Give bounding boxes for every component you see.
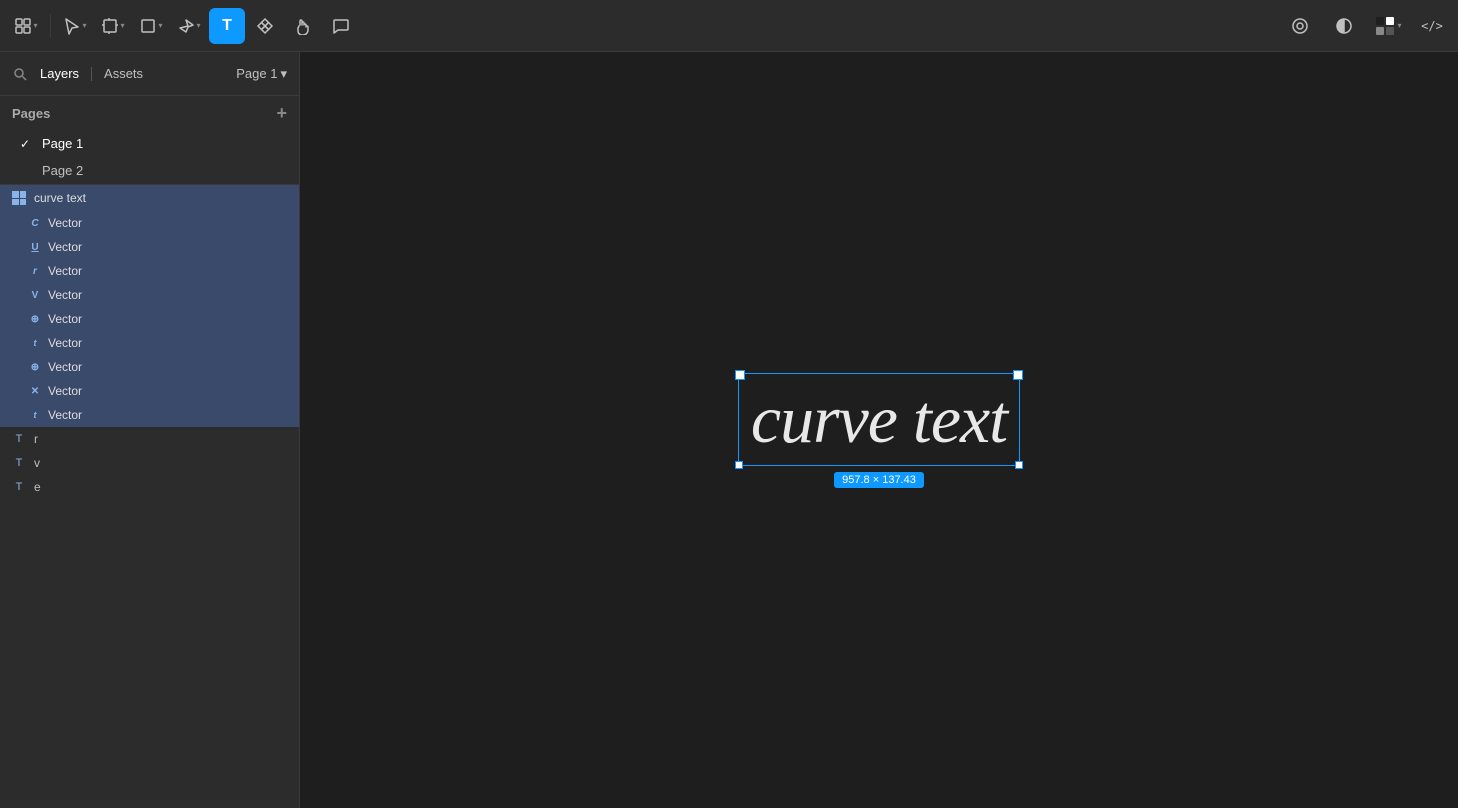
page-1-label: Page 1 — [42, 136, 83, 151]
vector-e1-item[interactable]: ⊕ Vector — [0, 307, 299, 331]
curve-text-display: curve text — [751, 380, 1007, 459]
group-icon — [12, 191, 26, 205]
comment-tool-button[interactable] — [323, 8, 359, 44]
vector-c-item[interactable]: C Vector — [0, 211, 299, 235]
vector-r-label: Vector — [48, 264, 82, 278]
text-v-icon: T — [12, 457, 26, 469]
code-icon: </> — [1421, 19, 1443, 33]
apps-button[interactable]: ▾ — [8, 8, 44, 44]
vector-t2-label: Vector — [48, 408, 82, 422]
layers-list: curve text C Vector U Vector r Vector V — [0, 185, 299, 808]
contrast-button[interactable] — [1326, 8, 1362, 44]
curve-text-group-header[interactable]: curve text — [0, 185, 299, 211]
curve-text-container: curve text 957.8 × 137.43 — [738, 373, 1020, 488]
add-page-button[interactable]: + — [276, 104, 287, 122]
select-tool-button[interactable]: ▾ — [57, 8, 93, 44]
color-picker-button[interactable]: ▾ — [1370, 8, 1406, 44]
vector-u-item[interactable]: U Vector — [0, 235, 299, 259]
page-selector[interactable]: Page 1 ▾ — [236, 66, 287, 82]
pen-chevron: ▾ — [196, 21, 200, 30]
shape-chevron: ▾ — [158, 21, 162, 30]
handle-bottom-left[interactable] — [735, 461, 743, 469]
frame-chevron: ▾ — [120, 21, 124, 30]
page-1-item[interactable]: ✓ Page 1 — [0, 130, 299, 157]
toolbar-divider-1 — [50, 14, 51, 38]
vector-u-icon: U — [28, 242, 42, 253]
text-r-item[interactable]: T r — [0, 427, 299, 451]
toolbar-right: ▾ </> — [1282, 8, 1450, 44]
vector-v-icon: V — [28, 290, 42, 301]
text-e-label: e — [34, 480, 41, 494]
toolbar: ▾ ▾ ▾ ▾ ▾ T — [0, 0, 1458, 52]
frame-tool-button[interactable]: ▾ — [95, 8, 131, 44]
page-2-check: ✓ — [20, 164, 34, 178]
text-v-item[interactable]: T v — [0, 451, 299, 475]
color-chevron: ▾ — [1397, 21, 1401, 30]
apps-chevron: ▾ — [33, 21, 37, 30]
main-layout: Layers Assets Page 1 ▾ Pages + ✓ Page 1 … — [0, 52, 1458, 808]
tab-divider — [91, 67, 92, 81]
toolbar-left: ▾ ▾ ▾ ▾ ▾ T — [8, 8, 359, 44]
component-tool-button[interactable] — [247, 8, 283, 44]
pages-section: Pages + ✓ Page 1 ✓ Page 2 — [0, 96, 299, 185]
vector-r-item[interactable]: r Vector — [0, 259, 299, 283]
vector-c-icon: C — [28, 218, 42, 229]
vector-v-item[interactable]: V Vector — [0, 283, 299, 307]
handle-bottom-right[interactable] — [1015, 461, 1023, 469]
canvas-area[interactable]: curve text 957.8 × 137.43 — [300, 52, 1458, 808]
hand-tool-button[interactable] — [285, 8, 321, 44]
page-selector-chevron: ▾ — [280, 66, 287, 82]
page-selector-label: Page 1 — [236, 66, 277, 81]
left-panel: Layers Assets Page 1 ▾ Pages + ✓ Page 1 … — [0, 52, 300, 808]
vector-t1-label: Vector — [48, 336, 82, 350]
text-v-label: v — [34, 456, 40, 470]
shape-tool-button[interactable]: ▾ — [133, 8, 169, 44]
text-r-icon: T — [12, 433, 26, 445]
assets-tab[interactable]: Assets — [100, 62, 147, 85]
vector-t2-icon: t — [28, 410, 42, 420]
text-tool-button[interactable]: T — [209, 8, 245, 44]
vector-t2-item[interactable]: t Vector — [0, 403, 299, 427]
vector-x-label: Vector — [48, 384, 82, 398]
pen-tool-button[interactable]: ▾ — [171, 8, 207, 44]
select-chevron: ▾ — [82, 21, 86, 30]
vector-e2-item[interactable]: ⊕ Vector — [0, 355, 299, 379]
vector-t1-icon: t — [28, 338, 42, 348]
layers-tab[interactable]: Layers — [36, 62, 83, 85]
text-tool-icon: T — [222, 17, 232, 35]
curve-text-group[interactable]: curve text C Vector U Vector r Vector V — [0, 185, 299, 427]
vector-c-label: Vector — [48, 216, 82, 230]
panel-header: Layers Assets Page 1 ▾ — [0, 52, 299, 96]
pages-header: Pages + — [0, 96, 299, 130]
vector-v-label: Vector — [48, 288, 82, 302]
pages-title: Pages — [12, 106, 50, 121]
curve-text-box[interactable]: curve text — [738, 373, 1020, 466]
vector-e1-icon: ⊕ — [28, 314, 42, 325]
vector-t1-item[interactable]: t Vector — [0, 331, 299, 355]
vector-x-item[interactable]: ✕ Vector — [0, 379, 299, 403]
vector-e2-label: Vector — [48, 360, 82, 374]
text-e-item[interactable]: T e — [0, 475, 299, 499]
search-icon[interactable] — [12, 66, 28, 82]
vector-e1-label: Vector — [48, 312, 82, 326]
curve-text-group-label: curve text — [34, 191, 86, 205]
vector-x-icon: ✕ — [28, 386, 42, 397]
text-e-icon: T — [12, 481, 26, 493]
page-2-item[interactable]: ✓ Page 2 — [0, 157, 299, 184]
vector-e2-icon: ⊕ — [28, 362, 42, 373]
vector-r-icon: r — [28, 266, 42, 277]
page-1-check: ✓ — [20, 137, 34, 151]
community-button[interactable] — [1282, 8, 1318, 44]
vector-u-label: Vector — [48, 240, 82, 254]
text-r-label: r — [34, 432, 38, 446]
size-badge: 957.8 × 137.43 — [834, 472, 924, 488]
page-2-label: Page 2 — [42, 163, 83, 178]
code-view-button[interactable]: </> — [1414, 8, 1450, 44]
